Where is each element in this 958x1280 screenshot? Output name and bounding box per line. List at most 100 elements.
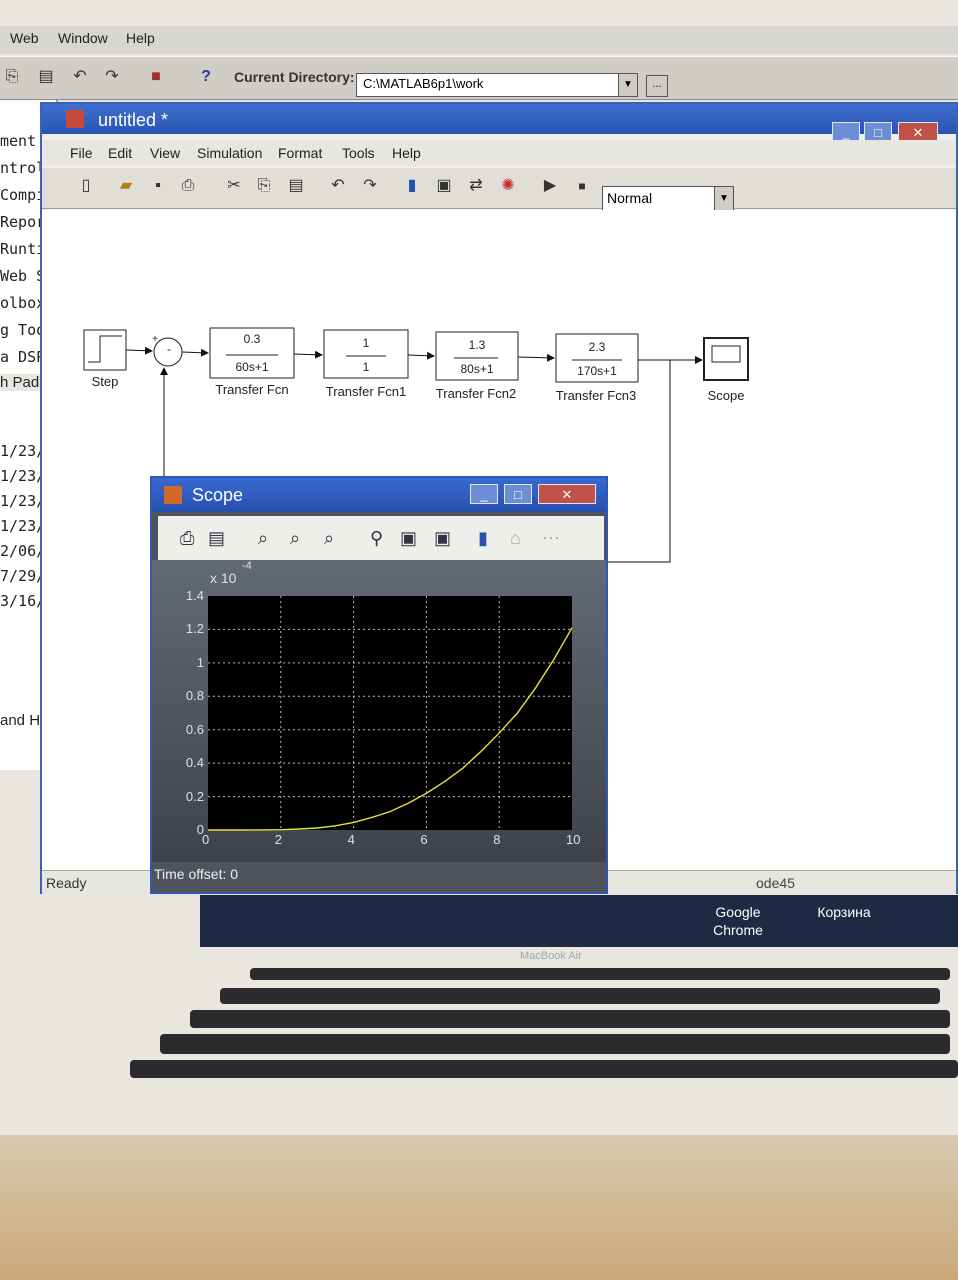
- dock-item-trash[interactable]: Корзина: [804, 903, 884, 921]
- simulink-menubar: File Edit View Simulation Format Tools H…: [42, 140, 956, 166]
- scope-titlebar[interactable]: Scope _ □ ✕: [152, 478, 606, 512]
- debug-icon[interactable]: ✺: [498, 176, 518, 196]
- redo-icon[interactable]: ↷: [360, 176, 380, 196]
- minimize-icon[interactable]: _: [470, 484, 498, 504]
- start-simulation-icon[interactable]: ▶: [540, 176, 560, 196]
- list-item[interactable]: Repor: [0, 213, 45, 231]
- y-tick-label: 1.2: [185, 621, 204, 637]
- copy-icon[interactable]: ⎘: [2, 67, 22, 87]
- simulink-titlebar[interactable]: untitled * _ □ ✕: [42, 104, 956, 142]
- zoom-icon[interactable]: ⌕: [258, 528, 268, 548]
- simulation-mode-select[interactable]: Normal ▼: [602, 186, 734, 212]
- tf3-numerator: 2.3: [588, 340, 606, 354]
- undo-icon[interactable]: ↶: [70, 67, 90, 87]
- tf2-numerator: 1.3: [468, 338, 486, 352]
- menu-help[interactable]: Help: [126, 30, 155, 46]
- tf1-numerator: 1: [362, 336, 370, 350]
- list-item[interactable]: Web S: [0, 267, 45, 285]
- menu-view[interactable]: View: [150, 145, 180, 161]
- undo-icon[interactable]: ↶: [328, 176, 348, 196]
- floating-scope-icon[interactable]: ▮: [478, 528, 488, 548]
- tick-labels: 0 2 4 6 8 10 0 0.2 0.4 0.6 0.8 1 1.2 1.4: [152, 560, 606, 862]
- close-icon[interactable]: ✕: [538, 484, 596, 504]
- list-item: 7/29/: [0, 567, 46, 585]
- close-icon[interactable]: ✕: [898, 122, 938, 142]
- list-item[interactable]: and H: [0, 712, 40, 729]
- copy-icon[interactable]: ⎘: [254, 176, 274, 196]
- save-axes-icon[interactable]: ▣: [400, 528, 417, 548]
- list-item[interactable]: Runti: [0, 240, 45, 258]
- list-item[interactable]: Compi: [0, 186, 45, 204]
- list-item: 1/23/: [0, 442, 46, 460]
- autoscale-icon[interactable]: ⚲: [370, 528, 383, 548]
- toggle-icon[interactable]: ⇄: [466, 176, 486, 196]
- zoom-y-icon[interactable]: ⌕: [324, 528, 334, 548]
- y-multiplier: x 10: [210, 570, 237, 586]
- help-icon[interactable]: ?: [196, 67, 216, 87]
- model-browser-icon[interactable]: ▣: [434, 176, 454, 196]
- matlab-menubar: Web Window Help: [0, 26, 958, 54]
- y-tick-label: 0.4: [185, 755, 204, 771]
- tf1-denominator: 1: [362, 360, 370, 374]
- chevron-down-icon[interactable]: ▼: [618, 74, 637, 96]
- menu-window[interactable]: Window: [58, 30, 108, 46]
- time-offset-value: 0: [230, 866, 239, 882]
- y-tick-label: 1.4: [185, 588, 204, 603]
- menu-tools[interactable]: Tools: [342, 145, 375, 161]
- browse-button[interactable]: ...: [646, 75, 668, 97]
- list-item: 1/23/: [0, 492, 46, 510]
- parameters-icon[interactable]: ▤: [208, 528, 225, 548]
- x-tick-label: 2: [274, 832, 283, 847]
- desk-surface: [0, 1135, 958, 1280]
- list-item: 2/06/: [0, 542, 46, 560]
- open-folder-icon[interactable]: ▰: [116, 176, 136, 196]
- simulink-logo-icon: [66, 110, 84, 128]
- y-tick-label: 0.8: [185, 688, 204, 704]
- save-icon[interactable]: ▪: [148, 176, 168, 196]
- new-file-icon[interactable]: ▯: [76, 176, 96, 196]
- menu-simulation[interactable]: Simulation: [197, 145, 262, 161]
- y-exponent: -4: [242, 560, 252, 572]
- current-directory-input[interactable]: C:\MATLAB6p1\work ▼: [356, 73, 638, 97]
- menu-help[interactable]: Help: [392, 145, 421, 161]
- time-offset-label: Time offset:: [154, 866, 227, 882]
- print-icon[interactable]: ⎙: [178, 176, 198, 196]
- x-tick-label: 4: [347, 832, 355, 847]
- transfer-fcn1-label: Transfer Fcn1: [325, 384, 407, 399]
- menu-file[interactable]: File: [70, 145, 93, 161]
- lock-icon[interactable]: ⌂: [510, 528, 521, 548]
- menu-format[interactable]: Format: [278, 145, 322, 161]
- list-item[interactable]: ntrol: [0, 159, 45, 177]
- tf-denominator: 60s+1: [235, 360, 269, 374]
- scope-toolbar: ⎙ ▤ ⌕ ⌕ ⌕ ⚲ ▣ ▣ ▮ ⌂ ⋯: [158, 516, 604, 560]
- restore-axes-icon[interactable]: ▣: [434, 528, 451, 548]
- menu-web[interactable]: Web: [10, 30, 39, 46]
- simulink-toolbar: ▯ ▰ ▪ ⎙ ✂ ⎘ ▤ ↶ ↷ ▮ ▣ ⇄ ✺ ▶ ■ Normal ▼: [42, 168, 956, 212]
- maximize-icon[interactable]: □: [504, 484, 532, 504]
- status-text: Ready: [46, 875, 87, 891]
- chevron-down-icon[interactable]: ▼: [714, 187, 733, 211]
- list-item[interactable]: a DSP: [0, 348, 45, 366]
- redo-icon[interactable]: ↷: [102, 67, 122, 87]
- menu-edit[interactable]: Edit: [108, 145, 132, 161]
- minimize-icon[interactable]: _: [832, 122, 860, 142]
- signal-selection-icon[interactable]: ⋯: [542, 528, 560, 548]
- x-tick-label: 6: [420, 832, 428, 847]
- current-directory-label: Current Directory:: [234, 69, 355, 85]
- cut-icon[interactable]: ✂: [224, 176, 244, 196]
- list-item[interactable]: olbox: [0, 294, 45, 312]
- stop-simulation-icon[interactable]: ■: [572, 176, 592, 196]
- dock-item-chrome[interactable]: Google Chrome: [698, 903, 778, 939]
- transfer-fcn-label: Transfer Fcn: [215, 382, 289, 397]
- maximize-icon[interactable]: □: [864, 122, 892, 142]
- simulink-icon[interactable]: ■: [146, 67, 166, 87]
- library-browser-icon[interactable]: ▮: [402, 176, 422, 196]
- step-label: Step: [91, 374, 119, 389]
- paste-icon[interactable]: ▤: [286, 176, 306, 196]
- current-directory-value: C:\MATLAB6p1\work: [363, 76, 484, 91]
- print-icon[interactable]: ⎙: [180, 528, 194, 548]
- paste-icon[interactable]: ▤: [36, 67, 56, 87]
- zoom-x-icon[interactable]: ⌕: [290, 528, 300, 548]
- scope-plot-area: 0 2 4 6 8 10 0 0.2 0.4 0.6 0.8 1 1.2 1.4 x 10 -4: [152, 560, 606, 862]
- scope-window: Scope _ □ ✕ ⎙ ▤ ⌕ ⌕ ⌕ ⚲ ▣ ▣ ▮ ⌂ ⋯ 0 2 4 6 8 1…: [150, 476, 608, 894]
